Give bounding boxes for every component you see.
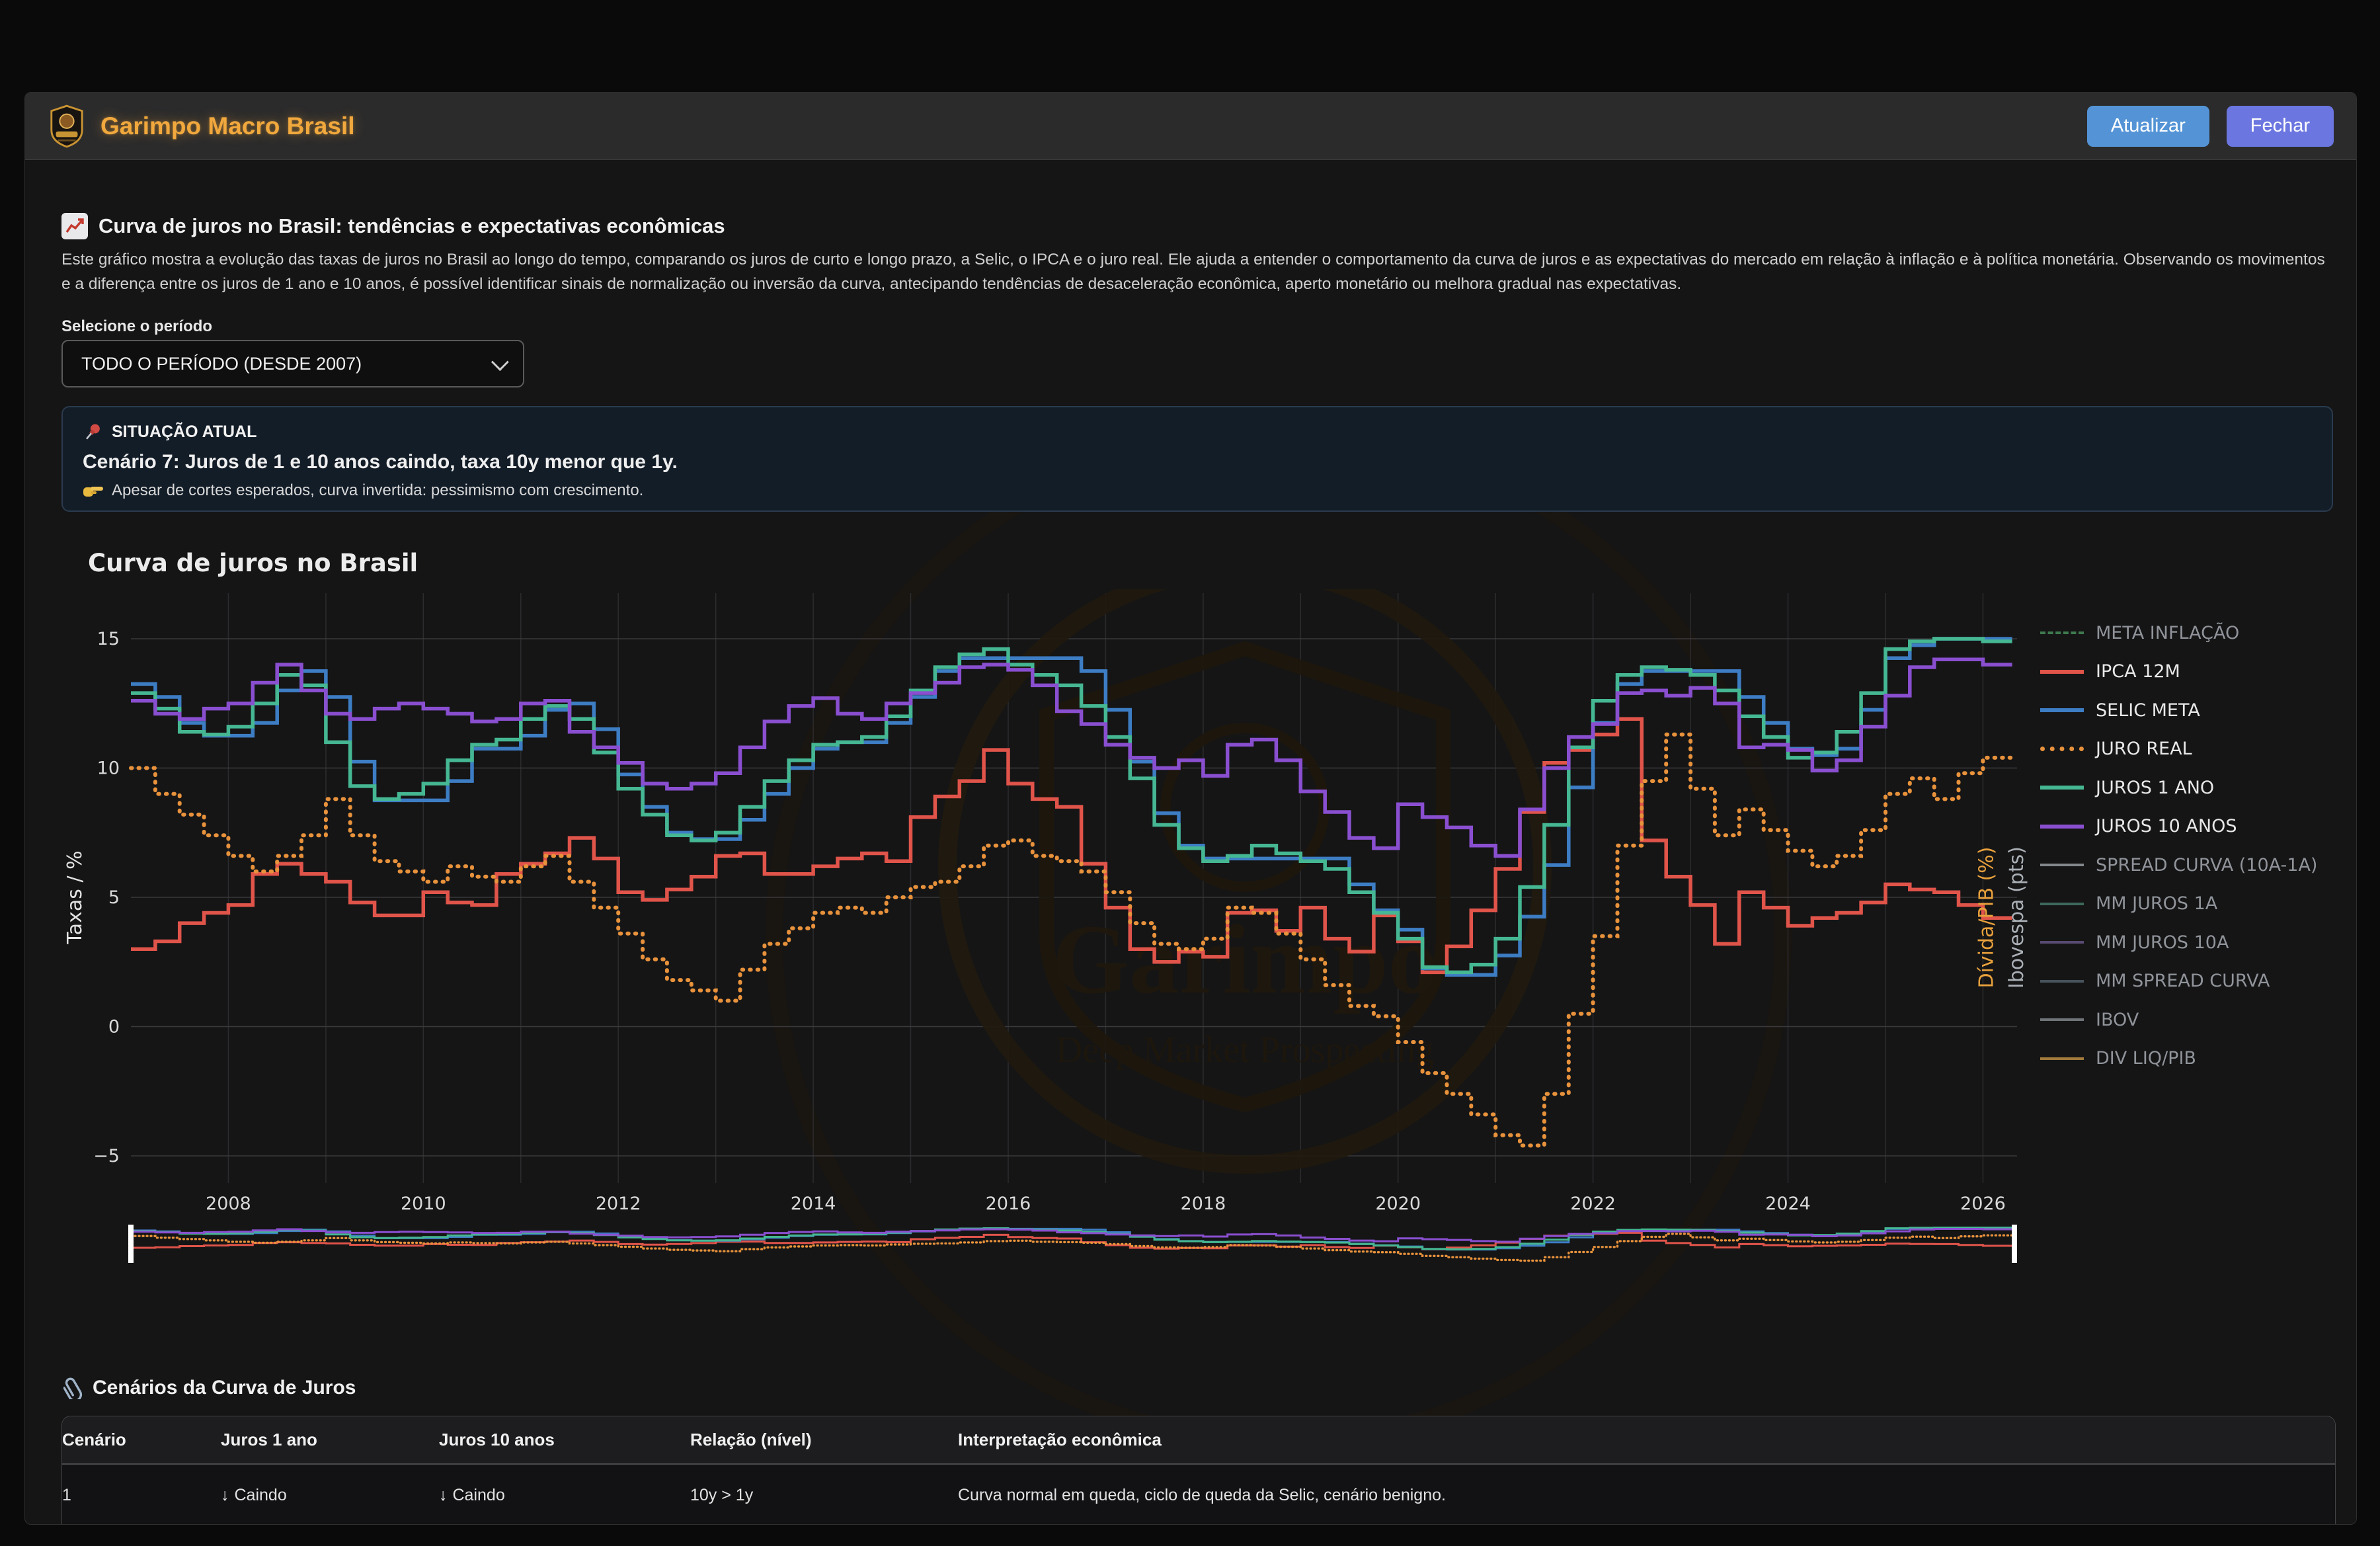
legend-label: SPREAD CURVA (10A-1A) [2096, 855, 2317, 875]
chart-title: Curva de juros no Brasil [88, 549, 418, 577]
legend-item-mm-juros-1a[interactable]: MM JUROS 1A [2040, 893, 2331, 915]
table-header-cell: Cenário [62, 1416, 221, 1463]
legend-label: MM SPREAD CURVA [2096, 971, 2270, 991]
svg-text:2024: 2024 [1765, 1194, 1811, 1214]
legend-item-juros-1-ano[interactable]: JUROS 1 ANO [2040, 776, 2331, 799]
table-header-row: CenárioJuros 1 anoJuros 10 anosRelação (… [62, 1416, 2335, 1465]
table-cell: 10y > 1y [690, 1465, 958, 1525]
legend-line-icon [2040, 1057, 2084, 1060]
legend-line-icon [2040, 903, 2084, 905]
period-select-value: TODO O PERÍODO (DESDE 2007) [81, 354, 362, 374]
chevron-down-icon [491, 353, 509, 371]
legend-line-icon [2040, 708, 2084, 712]
legend-item-mm-spread-curva[interactable]: MM SPREAD CURVA [2040, 970, 2331, 993]
down-arrow-icon: ↓ [439, 1486, 448, 1504]
legend-line-icon [2040, 825, 2084, 829]
legend-label: MM JUROS 10A [2096, 932, 2229, 953]
table-cell: ↓Caindo [439, 1465, 690, 1525]
legend-label: JURO REAL [2096, 739, 2192, 759]
scenarios-table: CenárioJuros 1 anoJuros 10 anosRelação (… [61, 1416, 2336, 1525]
legend-label: DIV LIQ/PIB [2096, 1048, 2196, 1069]
table-header-cell: Juros 1 ano [221, 1416, 439, 1463]
svg-text:2012: 2012 [596, 1194, 641, 1214]
table-header-cell: Juros 10 anos [439, 1416, 690, 1463]
pointing-finger-icon [83, 482, 104, 499]
down-arrow-icon: ↓ [221, 1486, 229, 1504]
page-title: Curva de juros no Brasil: tendências e e… [61, 213, 725, 239]
legend-label: MM JUROS 1A [2096, 893, 2217, 914]
svg-text:2014: 2014 [791, 1194, 836, 1214]
table-cell: Curva normal em queda, ciclo de queda da… [958, 1465, 2335, 1525]
chart-legend: META INFLAÇÃO IPCA 12M SELIC META JURO REAL… [2040, 622, 2331, 1086]
main-content: Curva de juros no Brasil: tendências e e… [25, 93, 2356, 1524]
status-note: Apesar de cortes esperados, curva invert… [83, 481, 2312, 500]
legend-line-icon [2040, 631, 2084, 634]
status-box: SITUAÇÃO ATUAL Cenário 7: Juros de 1 e 1… [61, 406, 2333, 512]
legend-label: IPCA 12M [2096, 661, 2180, 682]
svg-text:2018: 2018 [1181, 1194, 1226, 1214]
legend-line-icon [2040, 1018, 2084, 1021]
svg-text:2016: 2016 [986, 1194, 1031, 1214]
right-axis-label-ibovespa: Ibovespa (pts) [2005, 846, 2028, 989]
legend-item-ipca-12m[interactable]: IPCA 12M [2040, 661, 2331, 683]
table-header-cell: Relação (nível) [690, 1416, 958, 1463]
table-cell: ↓Caindo [221, 1465, 439, 1525]
table-cell: 1 [62, 1465, 221, 1525]
legend-line-icon [2040, 941, 2084, 944]
legend-label: SELIC META [2096, 700, 2200, 721]
pushpin-icon [83, 422, 102, 442]
table-header-cell: Interpretação econômica [958, 1416, 2335, 1463]
mini-chart-svg [61, 1221, 2051, 1268]
legend-item-ibov[interactable]: IBOV [2040, 1008, 2331, 1031]
right-axis-label-divida: Dívida/PIB (%) [1975, 846, 1999, 988]
legend-item-mm-juros-10a[interactable]: MM JUROS 10A [2040, 931, 2331, 954]
svg-text:15: 15 [97, 629, 120, 649]
scenarios-heading-text: Cenários da Curva de Juros [93, 1377, 356, 1399]
svg-text:5: 5 [108, 887, 120, 908]
page-description: Este gráfico mostra a evolução das taxas… [61, 247, 2326, 296]
app-window: Garimpo Macro Brasil Atualizar Fechar Cu… [24, 92, 2357, 1525]
range-selector-chart[interactable] [61, 1221, 2051, 1268]
status-title-text: SITUAÇÃO ATUAL [112, 423, 257, 442]
svg-text:2022: 2022 [1570, 1194, 1616, 1214]
legend-item-spread-curva-10a-1a-[interactable]: SPREAD CURVA (10A-1A) [2040, 854, 2331, 876]
paperclip-icon [63, 1377, 83, 1399]
legend-line-icon [2040, 864, 2084, 866]
legend-line-icon [2040, 786, 2084, 790]
svg-text:10: 10 [97, 758, 120, 779]
legend-item-juro-real[interactable]: JURO REAL [2040, 738, 2331, 760]
table-row: 1↓Caindo↓Caindo10y > 1yCurva normal em q… [62, 1465, 2335, 1525]
range-handle-left[interactable] [128, 1225, 134, 1263]
legend-label: META INFLAÇÃO [2096, 623, 2239, 643]
legend-label: JUROS 10 ANOS [2096, 816, 2237, 836]
legend-item-selic-meta[interactable]: SELIC META [2040, 699, 2331, 721]
svg-text:2010: 2010 [401, 1194, 446, 1214]
svg-text:2008: 2008 [206, 1194, 251, 1214]
svg-text:−5: −5 [93, 1146, 120, 1166]
range-handle-right[interactable] [2012, 1225, 2017, 1263]
legend-line-icon [2040, 670, 2084, 674]
legend-label: IBOV [2096, 1010, 2139, 1030]
legend-item-div-liq-pib[interactable]: DIV LIQ/PIB [2040, 1047, 2331, 1070]
legend-line-icon [2040, 747, 2084, 751]
period-select[interactable]: TODO O PERÍODO (DESDE 2007) [61, 340, 524, 387]
status-title: SITUAÇÃO ATUAL [83, 422, 2312, 442]
svg-text:2020: 2020 [1375, 1194, 1421, 1214]
legend-item-juros-10-anos[interactable]: JUROS 10 ANOS [2040, 815, 2331, 838]
svg-text:Garimpo: Garimpo [1052, 905, 1437, 1014]
status-note-text: Apesar de cortes esperados, curva invert… [112, 481, 643, 500]
legend-label: JUROS 1 ANO [2096, 778, 2214, 798]
svg-text:2026: 2026 [1960, 1194, 2006, 1214]
screen: Garimpo Macro Brasil Atualizar Fechar Cu… [0, 0, 2380, 1546]
legend-item-meta-infla-o[interactable]: META INFLAÇÃO [2040, 622, 2331, 644]
svg-text:Taxas / %: Taxas / % [63, 850, 87, 944]
svg-text:0: 0 [108, 1017, 120, 1037]
status-scenario: Cenário 7: Juros de 1 e 10 anos caindo, … [83, 451, 2312, 473]
svg-text:Deep Market Prospecting: Deep Market Prospecting [1056, 1030, 1434, 1071]
chart-increasing-icon [61, 213, 88, 239]
period-select-label: Selecione o período [61, 317, 212, 336]
page-title-text: Curva de juros no Brasil: tendências e e… [99, 214, 725, 238]
legend-line-icon [2040, 980, 2084, 983]
scenarios-heading: Cenários da Curva de Juros [63, 1377, 356, 1399]
